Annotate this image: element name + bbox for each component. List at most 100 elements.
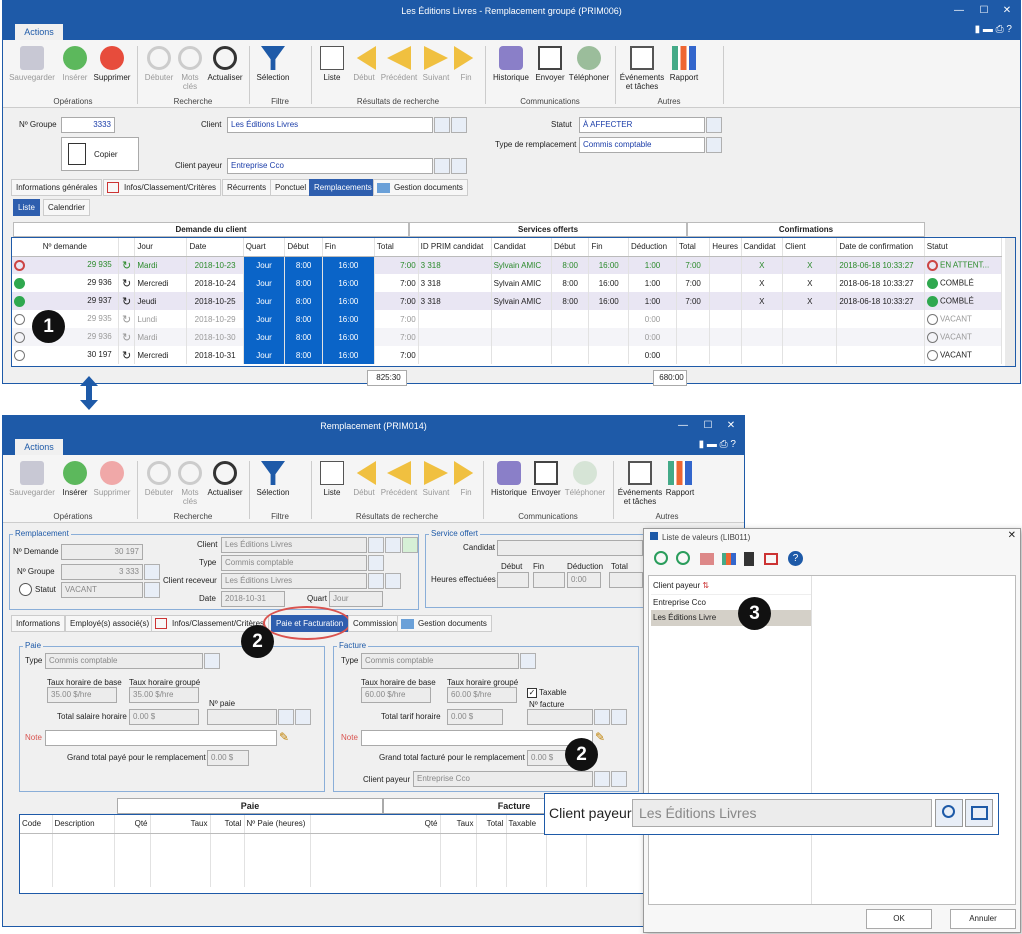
receiver-field[interactable]: Les Éditions Livres — [221, 573, 367, 589]
pay-note-field[interactable] — [45, 730, 277, 746]
column-header[interactable]: Code — [20, 815, 53, 834]
payer-open-icon[interactable] — [451, 158, 467, 174]
table-row[interactable]: 29 936 ↻ Mercredi 2018-10-24 Jour 8:00 16:00 7:… — [12, 274, 1003, 292]
minimize-icon[interactable]: — — [948, 1, 970, 21]
person-icon[interactable] — [402, 537, 418, 553]
date-field[interactable]: 2018-10-31 — [221, 591, 285, 607]
request-number-field[interactable]: 30 197 — [61, 544, 143, 560]
column-header[interactable]: Jour — [134, 238, 188, 257]
tab-general-info[interactable]: Informations générales — [11, 179, 103, 196]
payer-search-icon[interactable] — [434, 158, 450, 174]
selection-button[interactable]: Sélection — [253, 46, 293, 82]
column-header[interactable]: Taux — [150, 815, 211, 834]
refresh-button[interactable]: Actualiser — [205, 46, 245, 82]
delete-button[interactable]: Supprimer — [91, 46, 133, 82]
recurring-icon[interactable]: ↻ — [118, 328, 136, 346]
pay-type-search-icon[interactable] — [204, 653, 220, 669]
pencil-icon[interactable]: ✎ — [595, 730, 609, 744]
billing-type-field[interactable]: Commis comptable — [361, 653, 519, 669]
subtab-calendar[interactable]: Calendrier — [43, 199, 90, 216]
column-header[interactable]: Fin — [588, 238, 630, 257]
column-header[interactable]: ID PRIM candidat — [418, 238, 492, 257]
table-row[interactable]: 29 936 ↻ Mardi 2018-10-30 Jour 8:00 16:00 7:00 0… — [12, 328, 1003, 346]
keywords-button[interactable]: Mots clés — [175, 46, 205, 91]
pay-number-open-icon[interactable] — [295, 709, 311, 725]
shift-select[interactable]: Jour — [329, 591, 383, 607]
cancel-button[interactable]: Annuler — [950, 909, 1016, 929]
billing-base-rate-field[interactable]: 60.00 $/hre — [361, 687, 431, 703]
vertical-scrollbar[interactable] — [1005, 238, 1015, 366]
pencil-icon[interactable]: ✎ — [279, 730, 293, 744]
save-button[interactable]: Sauvegarder — [9, 46, 55, 82]
type-field[interactable]: Commis comptable — [221, 555, 367, 571]
billing-group-rate-field[interactable]: 60.00 $/hre — [447, 687, 517, 703]
chart-icon[interactable] — [722, 553, 736, 565]
tab-classification[interactable]: Infos/Classement/Critères — [103, 179, 222, 196]
delete-button[interactable]: Supprimer — [91, 461, 133, 497]
column-header[interactable]: Fin — [322, 238, 375, 257]
callout-field[interactable]: Les Éditions Livres — [632, 799, 932, 827]
table-row[interactable]: 29 937 ↻ Jeudi 2018-10-25 Jour 8:00 16:00 7:00 3… — [12, 292, 1003, 310]
end-field[interactable] — [533, 572, 565, 588]
ok-button[interactable]: OK — [866, 909, 932, 929]
events-button[interactable]: Événements et tâches — [619, 46, 665, 91]
tab-documents[interactable]: Gestion documents — [397, 615, 492, 632]
maximize-icon[interactable]: ☐ — [973, 1, 995, 21]
tab-commission[interactable]: Commission — [348, 615, 403, 632]
history-button[interactable]: Historique — [487, 461, 531, 497]
search-remove-icon[interactable] — [676, 551, 690, 565]
invoice-number-field[interactable] — [527, 709, 593, 725]
export-icon[interactable] — [764, 553, 778, 565]
tab-replacements[interactable]: Remplacements — [309, 179, 377, 196]
report-button[interactable]: Rapport — [667, 46, 701, 82]
status-field[interactable]: VACANT — [61, 582, 143, 598]
recurring-icon[interactable]: ↻ — [118, 310, 136, 328]
pay-number-search-icon[interactable] — [278, 709, 294, 725]
pay-group-rate-field[interactable]: 35.00 $/hre — [129, 687, 199, 703]
phone-button[interactable]: Téléphoner — [563, 461, 607, 497]
column-header[interactable] — [118, 238, 136, 257]
column-header[interactable]: Début — [284, 238, 323, 257]
send-button[interactable]: Envoyer — [529, 461, 563, 497]
last-button[interactable]: Fin — [453, 461, 479, 497]
close-icon[interactable]: ✕ — [720, 416, 742, 436]
column-header[interactable]: Qté — [114, 815, 151, 834]
billing-grand-total-field[interactable]: 0.00 $ — [527, 750, 569, 766]
minimize-icon[interactable]: — — [672, 416, 694, 436]
column-header[interactable]: Heures — [709, 238, 742, 257]
column-header[interactable]: Client — [782, 238, 838, 257]
column-header[interactable]: Total — [476, 815, 507, 834]
start-field[interactable] — [497, 572, 529, 588]
column-header[interactable]: Taux — [440, 815, 477, 834]
maximize-icon[interactable]: ☐ — [697, 416, 719, 436]
group-open-icon[interactable] — [144, 564, 160, 580]
previous-button[interactable]: Précédent — [379, 461, 419, 497]
payer-open-icon[interactable] — [611, 771, 627, 787]
client-field[interactable]: Les Éditions Livres — [221, 537, 367, 553]
status-field[interactable]: À AFFECTER — [579, 117, 705, 133]
pay-base-rate-field[interactable]: 35.00 $/hre — [47, 687, 117, 703]
help-icon[interactable]: ? — [788, 551, 803, 566]
column-header[interactable]: Taxable — [506, 815, 547, 834]
column-header[interactable]: Total — [374, 238, 419, 257]
next-button[interactable]: Suivant — [419, 46, 453, 82]
tab-recurring[interactable]: Récurrents — [222, 179, 272, 196]
tab-actions[interactable]: Actions — [15, 24, 63, 40]
tab-actions[interactable]: Actions — [15, 439, 63, 455]
type-field[interactable]: Commis comptable — [579, 137, 705, 153]
client-field[interactable]: Les Éditions Livres — [227, 117, 433, 133]
column-header[interactable]: Description — [52, 815, 115, 834]
begin-button[interactable]: Débuter — [141, 46, 177, 82]
type-search-icon[interactable] — [706, 137, 722, 153]
group-number-field[interactable]: 3 333 — [61, 564, 143, 580]
column-header[interactable]: Total — [676, 238, 711, 257]
list-button[interactable]: Liste — [317, 461, 347, 497]
column-header[interactable]: Qté — [310, 815, 441, 834]
table-row[interactable]: 29 935 ↻ Mardi 2018-10-23 Jour 8:00 16:00 7:00 3… — [12, 256, 1003, 274]
column-header[interactable]: Début — [551, 238, 590, 257]
close-icon[interactable]: ✕ — [1008, 530, 1016, 541]
tab-documents[interactable]: Gestion documents — [373, 179, 468, 196]
recurring-icon[interactable]: ↻ — [118, 346, 136, 364]
pay-type-field[interactable]: Commis comptable — [45, 653, 203, 669]
next-button[interactable]: Suivant — [419, 461, 453, 497]
